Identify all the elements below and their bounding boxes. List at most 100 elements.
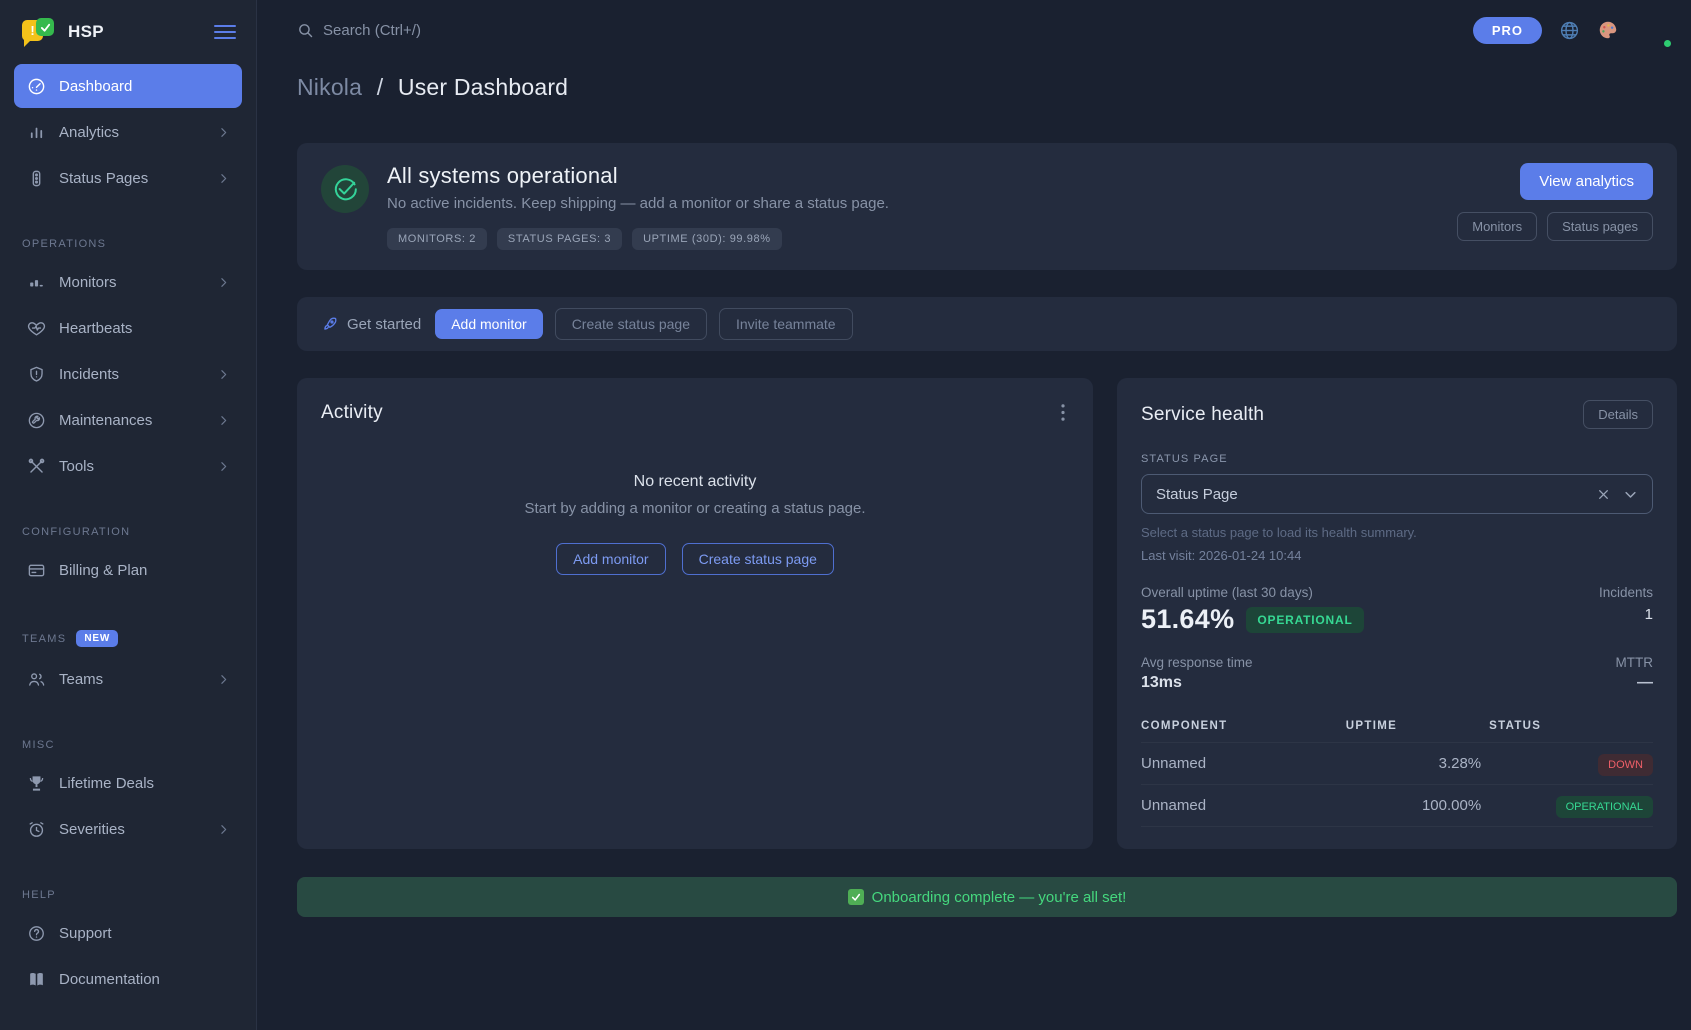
sidebar-item-label: Heartbeats [59,320,230,337]
empty-add-monitor-button[interactable]: Add monitor [556,543,665,575]
onboarding-banner: Onboarding complete — you're all set! [297,877,1677,917]
clear-icon[interactable] [1597,488,1610,501]
add-monitor-button[interactable]: Add monitor [435,309,542,339]
sidebar-section-teams: TEAMS NEW [14,622,242,657]
status-page-select[interactable]: Status Page [1141,474,1653,514]
mttr-value: — [1616,674,1654,692]
tools-icon [26,457,46,476]
sidebar-item-label: Documentation [59,971,230,988]
get-started-label: Get started [347,316,421,333]
service-health-card: Service health Details STATUS PAGE Statu… [1117,378,1677,849]
search-placeholder: Search (Ctrl+/) [323,22,421,39]
topbar-actions: PRO [1473,12,1672,48]
status-page-select-value: Status Page [1156,486,1597,503]
sidebar-item-billing[interactable]: TEAMS Billing & Plan [14,548,242,592]
credit-card-icon [26,561,46,580]
hero-subtitle: No active incidents. Keep shipping — add… [387,195,1439,212]
sidebar-item-label: Support [59,925,230,942]
column-header-uptime: UPTIME [1346,712,1489,743]
sidebar-item-label: Maintenances [59,412,204,429]
sidebar-item-label: Dashboard [59,78,230,95]
brand-name: HSP [68,22,202,42]
sidebar-item-status-pages[interactable]: Status Pages [14,156,242,200]
sidebar-section-operations: OPERATIONS [14,230,242,260]
sidebar-item-label: Incidents [59,366,204,383]
status-page-select-label: STATUS PAGE [1141,453,1653,465]
check-box-icon [848,889,864,905]
sidebar-item-maintenances[interactable]: Maintenances [14,398,242,442]
sidebar-item-heartbeats[interactable]: Heartbeats [14,306,242,350]
sidebar-item-label: Lifetime Deals [59,775,230,792]
sidebar-item-label: Teams [59,671,204,688]
sidebar-item-label: Billing & Plan [59,562,230,579]
column-header-component: COMPONENT [1141,712,1346,743]
mttr-label: MTTR [1616,655,1654,670]
chevron-down-icon[interactable] [1623,487,1638,502]
empty-state-title: No recent activity [297,473,1093,491]
monitors-button[interactable]: Monitors [1457,212,1537,241]
breadcrumb-separator: / [377,74,384,100]
chevron-right-icon [217,368,230,381]
sidebar-item-incidents[interactable]: Incidents [14,352,242,396]
sidebar-header: ! HSP [14,0,242,64]
new-badge: NEW [76,630,118,647]
table-row: Unnamed 3.28% DOWN [1141,743,1653,785]
breadcrumb-current: User Dashboard [398,74,568,100]
chevron-right-icon [217,276,230,289]
details-button[interactable]: Details [1583,400,1653,429]
monitors-count-badge: MONITORS: 2 [387,228,487,250]
component-uptime: 3.28% [1346,743,1489,785]
sidebar: ! HSP Dashboard Analytics Stat [0,0,257,1030]
trophy-icon [26,774,46,793]
alarm-clock-icon [26,820,46,839]
user-avatar[interactable] [1636,12,1672,48]
speedometer-icon [26,77,46,96]
activity-title: Activity [321,402,383,424]
component-name: Unnamed [1141,785,1346,827]
people-icon [26,670,46,689]
sidebar-item-tools[interactable]: Tools [14,444,242,488]
empty-create-status-page-button[interactable]: Create status page [682,543,834,575]
bar-chart-icon [26,123,46,142]
kebab-menu-icon[interactable] [1057,400,1069,425]
activity-empty-state: No recent activity Start by adding a mon… [297,473,1093,575]
search-input[interactable]: Search (Ctrl+/) [297,22,421,39]
uptime-badge: UPTIME (30D): 99.98% [632,228,782,250]
search-icon [297,22,314,39]
view-analytics-button[interactable]: View analytics [1520,163,1653,200]
status-pages-button[interactable]: Status pages [1547,212,1653,241]
chevron-right-icon [217,673,230,686]
theme-palette-icon[interactable] [1597,19,1619,41]
sidebar-item-teams[interactable]: Teams [14,657,242,701]
sidebar-item-dashboard[interactable]: Dashboard [14,64,242,108]
sidebar-section-help: HELP [14,881,242,911]
breadcrumb-parent[interactable]: Nikola [297,74,362,100]
avg-response-value: 13ms [1141,674,1253,692]
invite-teammate-button[interactable]: Invite teammate [719,308,853,340]
pro-badge[interactable]: PRO [1473,17,1542,44]
sidebar-item-lifetime-deals[interactable]: Lifetime Deals [14,761,242,805]
component-name: Unnamed [1141,743,1346,785]
uptime-stat-value: 51.64% [1141,604,1234,635]
sidebar-item-label: Tools [59,458,204,475]
traffic-light-icon [26,169,46,188]
rocket-icon [321,316,338,333]
incidents-stat-value: 1 [1599,606,1653,623]
monitors-bars-icon [26,273,46,292]
sidebar-item-analytics[interactable]: Analytics [14,110,242,154]
activity-card: Activity No recent activity Start by add… [297,378,1093,849]
wrench-circle-icon [26,411,46,430]
sidebar-item-documentation[interactable]: Documentation [14,957,242,1001]
chevron-right-icon [217,172,230,185]
brand-logo-icon: ! [20,17,56,47]
sidebar-item-severities[interactable]: Severities [14,807,242,851]
sidebar-item-monitors[interactable]: Monitors [14,260,242,304]
language-globe-icon[interactable] [1559,20,1580,41]
hero-badges: MONITORS: 2 STATUS PAGES: 3 UPTIME (30D)… [387,228,1439,250]
sidebar-section-misc: MISC [14,731,242,761]
online-status-dot [1662,38,1673,49]
component-uptime: 100.00% [1346,785,1489,827]
menu-toggle-icon[interactable] [214,21,236,43]
create-status-page-button[interactable]: Create status page [555,308,707,340]
sidebar-item-support[interactable]: Support [14,911,242,955]
